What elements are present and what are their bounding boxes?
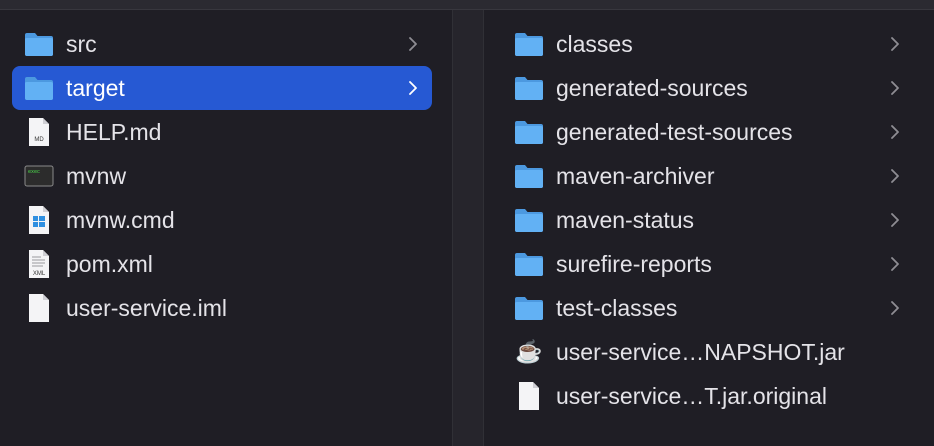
- list-item-help-md[interactable]: MD HELP.md: [12, 110, 432, 154]
- column-target[interactable]: classes generated-sources generated-test…: [484, 10, 934, 446]
- folder-icon: [514, 160, 544, 192]
- windows-cmd-file-icon: [24, 204, 54, 236]
- chevron-right-icon: [886, 257, 904, 271]
- chevron-right-icon: [886, 213, 904, 227]
- list-item-jar-original[interactable]: user-service…T.jar.original: [504, 374, 918, 418]
- item-label: user-service.iml: [66, 294, 228, 321]
- folder-icon: [24, 28, 54, 60]
- list-item-generated-sources[interactable]: generated-sources: [504, 66, 918, 110]
- item-label: pom.xml: [66, 250, 153, 277]
- markdown-file-icon: MD: [24, 116, 54, 148]
- chevron-right-icon: [404, 37, 422, 51]
- item-label: src: [66, 30, 97, 57]
- list-item-classes[interactable]: classes: [504, 22, 918, 66]
- folder-icon: [514, 28, 544, 60]
- blank-file-icon: [24, 292, 54, 324]
- item-label: surefire-reports: [556, 250, 712, 277]
- item-label: HELP.md: [66, 118, 162, 145]
- chevron-right-icon: [886, 169, 904, 183]
- list-item-surefire-reports[interactable]: surefire-reports: [504, 242, 918, 286]
- item-label: classes: [556, 30, 633, 57]
- list-item-mvnw[interactable]: exec mvnw: [12, 154, 432, 198]
- svg-text:XML: XML: [33, 271, 46, 277]
- list-item-user-service-iml[interactable]: user-service.iml: [12, 286, 432, 330]
- item-label: maven-archiver: [556, 162, 715, 189]
- toolbar-edge: [0, 0, 934, 10]
- item-label: target: [66, 74, 125, 101]
- chevron-right-icon: [886, 301, 904, 315]
- svg-text:MD: MD: [34, 137, 44, 143]
- svg-text:exec: exec: [28, 169, 40, 175]
- chevron-right-icon: [404, 81, 422, 95]
- column-resize-divider[interactable]: [452, 10, 484, 446]
- list-item-test-classes[interactable]: test-classes: [504, 286, 918, 330]
- folder-icon: [514, 204, 544, 236]
- folder-icon: [514, 116, 544, 148]
- list-item-maven-status[interactable]: maven-status: [504, 198, 918, 242]
- list-item-src[interactable]: src: [12, 22, 432, 66]
- item-label: user-service…NAPSHOT.jar: [556, 338, 845, 365]
- folder-icon: [514, 292, 544, 324]
- list-item-target[interactable]: target: [12, 66, 432, 110]
- chevron-right-icon: [886, 81, 904, 95]
- column-project[interactable]: src target MD HELP.md exec mvnw mvnw.cmd…: [0, 10, 452, 446]
- finder-column-view: src target MD HELP.md exec mvnw mvnw.cmd…: [0, 0, 934, 446]
- chevron-right-icon: [886, 37, 904, 51]
- item-label: maven-status: [556, 206, 695, 233]
- folder-icon: [514, 248, 544, 280]
- list-item-maven-archiver[interactable]: maven-archiver: [504, 154, 918, 198]
- item-label: user-service…T.jar.original: [556, 382, 827, 409]
- blank-file-icon: [514, 380, 544, 412]
- item-label: mvnw.cmd: [66, 206, 175, 233]
- java-jar-icon: ☕: [515, 339, 543, 364]
- item-label: test-classes: [556, 294, 678, 321]
- list-item-snapshot-jar[interactable]: ☕ user-service…NAPSHOT.jar: [504, 330, 918, 374]
- item-label: mvnw: [66, 162, 127, 189]
- folder-icon: [24, 72, 54, 104]
- list-item-pom-xml[interactable]: XML pom.xml: [12, 242, 432, 286]
- chevron-right-icon: [886, 125, 904, 139]
- xml-file-icon: XML: [24, 248, 54, 280]
- terminal-executable-icon: exec: [24, 160, 54, 192]
- item-label: generated-test-sources: [556, 118, 793, 145]
- list-item-generated-test-sources[interactable]: generated-test-sources: [504, 110, 918, 154]
- folder-icon: [514, 72, 544, 104]
- list-item-mvnw-cmd[interactable]: mvnw.cmd: [12, 198, 432, 242]
- item-label: generated-sources: [556, 74, 748, 101]
